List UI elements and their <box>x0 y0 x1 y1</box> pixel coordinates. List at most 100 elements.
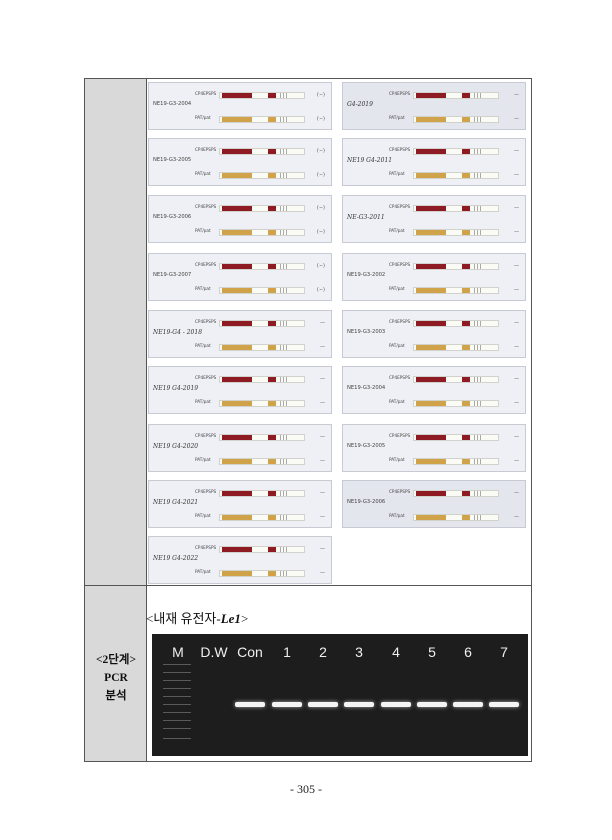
strip-line <box>477 288 478 293</box>
result-cp4epsps: — <box>514 205 519 211</box>
result-pat: — <box>514 400 519 406</box>
result-cp4epsps: — <box>514 490 519 496</box>
ladder-band <box>163 672 191 673</box>
strip-pad <box>222 93 252 98</box>
strip-line <box>477 435 478 440</box>
stage-column: <2단계> PCR 분석 <box>85 79 147 761</box>
sample-id: NE19 G4-2021 <box>153 499 199 506</box>
strip-line <box>477 117 478 122</box>
strip-line <box>474 321 475 326</box>
strip-photo: NE19-G3-2005 CP4EPSPS PAT/pat — — <box>342 424 526 472</box>
test-strip <box>413 320 499 327</box>
sample-id: NE19-G3-2006 <box>347 499 386 505</box>
strip-line <box>283 515 284 520</box>
test-strip <box>219 92 305 99</box>
result-cp4epsps: — <box>514 92 519 98</box>
strip-line <box>283 230 284 235</box>
pcr-band <box>381 702 411 707</box>
strip-line <box>477 149 478 154</box>
strip-label-cp4epsps: CP4EPSPS <box>389 433 411 438</box>
sample-id: NE19 G4-2022 <box>153 555 199 562</box>
strip-pad <box>222 571 252 576</box>
strip-line <box>477 401 478 406</box>
lane-label: D.W <box>200 644 228 660</box>
strip-line <box>474 515 475 520</box>
strip-line <box>480 345 481 350</box>
strip-label-pat: PAT/pat <box>195 286 211 291</box>
strip-line <box>477 321 478 326</box>
result-cp4epsps: — <box>514 148 519 154</box>
result-pat: — <box>514 172 519 178</box>
ladder-band <box>163 720 191 721</box>
strip-line <box>286 173 287 178</box>
strip-photo: NE19 G4-2020 CP4EPSPS PAT/pat — — <box>148 424 332 472</box>
strip-line <box>474 206 475 211</box>
page-number: - 305 - <box>290 782 322 796</box>
lane-label: M <box>172 644 184 660</box>
strip-line <box>286 345 287 350</box>
result-pat: (−) <box>316 287 325 293</box>
strip-line <box>474 173 475 178</box>
strip-line <box>283 401 284 406</box>
test-strip <box>413 229 499 236</box>
strip-label-cp4epsps: CP4EPSPS <box>195 375 217 380</box>
strip-label-pat: PAT/pat <box>389 228 405 233</box>
result-cp4epsps: (−) <box>316 92 325 98</box>
strip-label-pat: PAT/pat <box>389 457 405 462</box>
strip-label-cp4epsps: CP4EPSPS <box>389 319 411 324</box>
strip-line <box>474 435 475 440</box>
strip-line <box>474 459 475 464</box>
strip-pad <box>222 435 252 440</box>
result-pat: (−) <box>316 116 325 122</box>
strip-line <box>480 149 481 154</box>
strip-line <box>477 345 478 350</box>
strip-line <box>286 264 287 269</box>
strip-line <box>280 571 281 576</box>
strip-pad <box>416 93 446 98</box>
strip-line <box>283 345 284 350</box>
strip-label-pat: PAT/pat <box>195 457 211 462</box>
strip-line <box>477 93 478 98</box>
strip-pad <box>462 264 470 269</box>
strip-line <box>283 547 284 552</box>
strip-line <box>477 377 478 382</box>
test-strip <box>219 148 305 155</box>
result-pat: (−) <box>316 229 325 235</box>
test-strip <box>413 344 499 351</box>
stage-analysis: 분석 <box>105 690 127 702</box>
strip-line <box>280 515 281 520</box>
strip-line <box>283 93 284 98</box>
strip-pad <box>268 117 276 122</box>
result-cp4epsps: (−) <box>316 205 325 211</box>
strip-pad <box>416 401 446 406</box>
strip-pad <box>222 149 252 154</box>
strip-pad <box>462 149 470 154</box>
lane-label: 5 <box>428 644 436 660</box>
lane-label: 3 <box>355 644 363 660</box>
pcr-band <box>344 702 374 707</box>
strip-line <box>474 288 475 293</box>
strip-line <box>474 93 475 98</box>
pcr-band <box>489 702 519 707</box>
strip-line <box>280 459 281 464</box>
strip-label-pat: PAT/pat <box>389 115 405 120</box>
test-strip <box>413 263 499 270</box>
lane-label: 4 <box>392 644 400 660</box>
result-pat: — <box>320 400 325 406</box>
strip-pad <box>462 230 470 235</box>
strip-line <box>474 377 475 382</box>
sample-id: NE19-G3-2005 <box>347 443 386 449</box>
strip-line <box>286 377 287 382</box>
strip-line <box>474 117 475 122</box>
strip-line <box>286 288 287 293</box>
strip-photo: NE19-G4 - 2018 CP4EPSPS PAT/pat — — <box>148 310 332 358</box>
strip-line <box>477 491 478 496</box>
strip-pad <box>268 547 276 552</box>
test-strip <box>219 320 305 327</box>
strip-line <box>283 321 284 326</box>
strip-line <box>477 264 478 269</box>
strip-pad <box>462 206 470 211</box>
strip-pad <box>222 401 252 406</box>
test-strip <box>413 434 499 441</box>
strip-label-cp4epsps: CP4EPSPS <box>389 489 411 494</box>
